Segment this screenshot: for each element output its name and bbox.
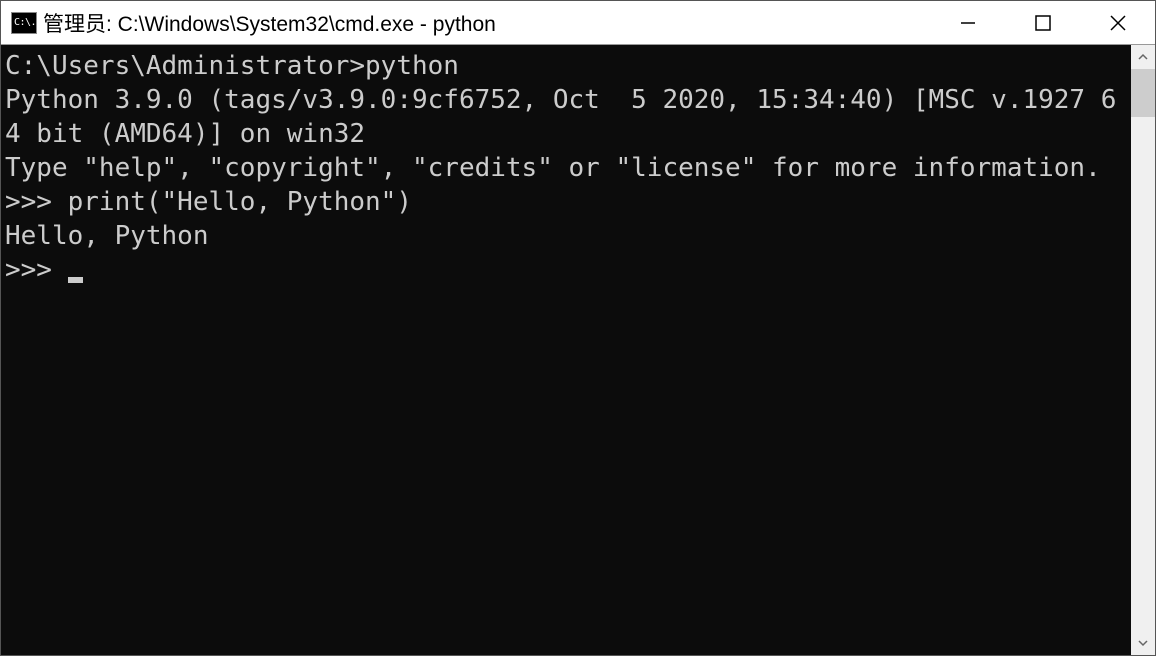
window-title: 管理员: C:\Windows\System32\cmd.exe - pytho… xyxy=(43,8,930,38)
minimize-button[interactable] xyxy=(930,1,1005,44)
chevron-up-icon xyxy=(1137,51,1149,63)
terminal-line: >>> print("Hello, Python") xyxy=(5,185,1131,219)
terminal-prompt: >>> xyxy=(5,255,68,285)
cursor xyxy=(68,277,83,283)
maximize-button[interactable] xyxy=(1005,1,1080,44)
window-controls xyxy=(930,1,1155,44)
terminal[interactable]: C:\Users\Administrator>pythonPython 3.9.… xyxy=(1,45,1131,655)
titlebar[interactable]: C:\. 管理员: C:\Windows\System32\cmd.exe - … xyxy=(1,1,1155,45)
scrollbar-thumb[interactable] xyxy=(1131,69,1155,117)
terminal-line: C:\Users\Administrator>python xyxy=(5,49,1131,83)
terminal-area: C:\Users\Administrator>pythonPython 3.9.… xyxy=(1,45,1155,655)
terminal-line: Python 3.9.0 (tags/v3.9.0:9cf6752, Oct 5… xyxy=(5,83,1131,151)
scroll-up-button[interactable] xyxy=(1131,45,1155,69)
vertical-scrollbar[interactable] xyxy=(1131,45,1155,655)
terminal-line: Type "help", "copyright", "credits" or "… xyxy=(5,151,1131,185)
chevron-down-icon xyxy=(1137,637,1149,649)
minimize-icon xyxy=(959,14,977,32)
scrollbar-track[interactable] xyxy=(1131,69,1155,631)
cmd-window-icon: C:\. xyxy=(11,12,37,34)
terminal-line: Hello, Python xyxy=(5,219,1131,253)
close-icon xyxy=(1108,13,1128,33)
terminal-prompt-line: >>> xyxy=(5,253,1131,287)
maximize-icon xyxy=(1034,14,1052,32)
scroll-down-button[interactable] xyxy=(1131,631,1155,655)
close-button[interactable] xyxy=(1080,1,1155,44)
